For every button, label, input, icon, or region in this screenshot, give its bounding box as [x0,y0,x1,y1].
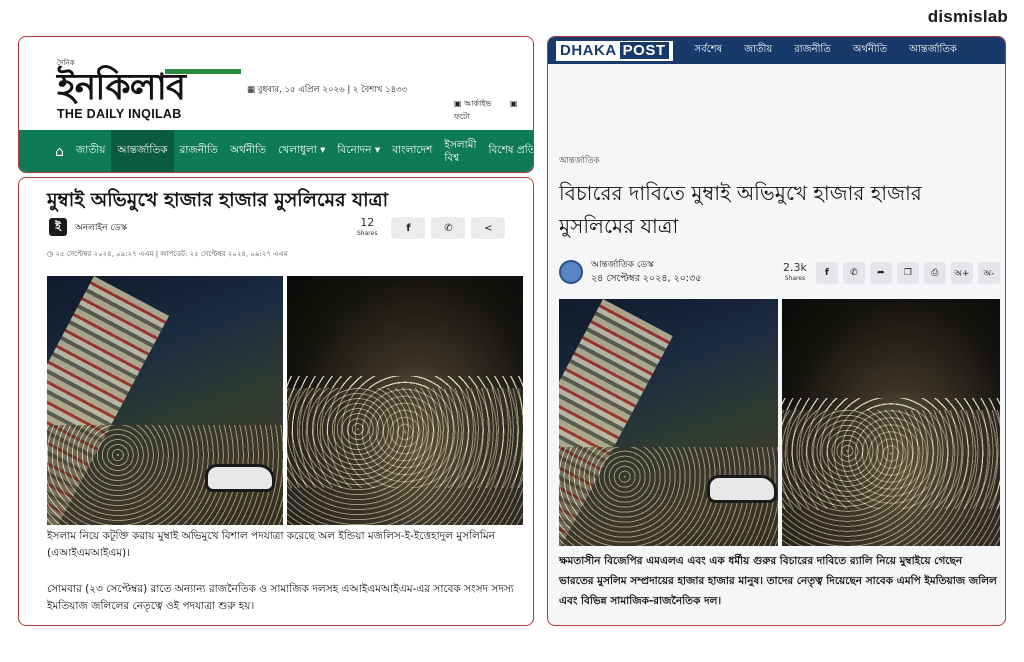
dismislab-logo: dismislab [927,7,1008,26]
nav-item[interactable]: জাতীয় [70,130,112,172]
crowd-lights-photo [782,299,1000,546]
publish-date: ২৪ সেপ্টেম্বর ২০২৪, ২০:৩৫ [591,273,702,284]
article-paragraph: ইসলাম নিয়ে কটূক্তি করায় মুম্বাই অভিমুখ… [47,530,495,559]
nav-item[interactable]: বাংলাদেশ [386,130,438,172]
logo-part-b: POST [619,42,669,59]
logo-part-a: DHAKA [560,42,617,59]
nav-item[interactable]: রাজনীতি [794,42,831,59]
road-rally-photo [47,276,283,525]
nav-item[interactable]: আন্তর্জাতিক [909,42,957,59]
shoe-in-photo [205,464,275,492]
article-meta: ◷ ২৫ সেপ্টেম্বর ২০২৪, ০৯:২৭ এএম | আপডেট:… [47,250,288,258]
author-avatar [559,260,583,284]
nav-item[interactable]: বিনোদন ▾ [331,130,386,172]
copy-icon: ❐ [903,268,912,278]
share-count-label: Shares [357,230,378,237]
whatsapp-share-button[interactable]: ✆ [431,217,466,239]
whatsapp-icon: ✆ [850,268,858,278]
share-icon: < [484,222,493,234]
forward-icon: ➦ [877,268,885,278]
archive-label: আর্কাইভ [464,99,492,108]
inqilab-logo[interactable]: দৈনিক ইনকিলাব THE DAILY INQILAB [57,57,241,121]
nav-item[interactable]: অর্থনীতি [853,42,887,59]
dhakapost-logo[interactable]: DHAKA POST [556,40,673,61]
category-label[interactable]: আন্তর্জাতিক [559,154,600,168]
author-name[interactable]: আন্তর্জাতিক ডেস্ক [591,259,701,272]
home-icon[interactable]: ⌂ [49,130,70,172]
nav-item[interactable]: অর্থনীতি [224,130,272,172]
nav-item[interactable]: সর্বশেষ [695,42,723,59]
share-button[interactable]: < [471,217,506,239]
inqilab-article-panel: মুম্বাই অভিমুখে হাজার হাজার মুসলিমের যাত… [18,177,534,626]
photo-label: ফটো [454,112,470,121]
shoe-in-photo [707,475,777,503]
share-bar: 2.3k Shares f ✆ ➦ ❐ ⎙ অ+ অ- [783,262,1000,284]
author-name[interactable]: অনলাইন ডেস্ক [75,220,127,235]
font-decrease-button[interactable]: অ- [977,262,1000,284]
facebook-icon: f [406,222,411,234]
inqilab-header-panel: দৈনিক ইনকিলাব THE DAILY INQILAB ▦ বুধবার… [18,36,534,173]
nav-item[interactable]: খেলাধুলা ▾ [272,130,331,172]
whatsapp-share-button[interactable]: ✆ [842,262,865,284]
print-icon: ⎙ [931,268,939,278]
author-row: আন্তর্জাতিক ডেস্ক ২৪ সেপ্টেম্বর ২০২৪, ২০… [559,259,701,285]
nav-item[interactable]: বিশেষ প্রতিবেদন [483,130,534,172]
nav-item-active[interactable]: আন্তর্জাতিক [111,130,174,172]
header-date: ▦ বুধবার, ১৫ এপ্রিল ২০২৬ | ২ বৈশাখ ১৪৩৩ [247,85,408,95]
print-button[interactable]: ⎙ [923,262,946,284]
whatsapp-icon: ✆ [444,222,453,234]
logo-english-text: THE DAILY INQILAB [57,107,182,121]
article-paragraph: ক্ষমতাসীন বিজেপির এমএলএ এবং এক ধর্মীয় গ… [559,555,997,607]
inqilab-nav-bar: ⌂ জাতীয় আন্তর্জাতিক রাজনীতি অর্থনীতি খে… [19,130,534,172]
logo-bangla-text: ইনকিলাব [57,66,186,108]
author-row: ই অনলাইন ডেস্ক [49,218,127,236]
logo-accent-bar [165,69,241,74]
share-count: 12 Shares [357,217,377,239]
archive-link[interactable]: ▣ আর্কাইভ [454,99,499,108]
share-bar: 12 Shares f ✆ < [357,217,506,239]
article-image-pair [559,299,1000,546]
share-count-label: Shares [784,275,806,282]
nav-item[interactable]: জাতীয় [744,42,772,59]
article-paragraph: সোমবার (২৩ সেপ্টেম্বর) রাতে অন্যান্য রাজ… [47,583,514,612]
crowd-lights-photo [287,276,523,525]
dhakapost-nav-bar: DHAKA POST সর্বশেষ জাতীয় রাজনীতি অর্থনী… [548,37,1005,64]
article-title: বিচারের দাবিতে মুম্বাই অভিমুখে হাজার হাজ… [559,181,922,238]
share-count: 2.3k Shares [783,262,807,284]
facebook-share-button[interactable]: f [391,217,426,239]
facebook-share-button[interactable]: f [815,262,838,284]
forward-share-button[interactable]: ➦ [869,262,892,284]
font-increase-button[interactable]: অ+ [950,262,973,284]
dhakapost-panel: DHAKA POST সর্বশেষ জাতীয় রাজনীতি অর্থনী… [547,36,1006,626]
facebook-icon: f [824,268,829,278]
article-title: মুম্বাই অভিমুখে হাজার হাজার মুসলিমের যাত… [47,189,389,211]
author-avatar: ই [49,218,67,236]
copy-link-button[interactable]: ❐ [896,262,919,284]
nav-item[interactable]: রাজনীতি [174,130,224,172]
header-links: ▣ আর্কাইভ ▣ ফটো [454,98,533,124]
article-image-pair [47,276,523,525]
road-rally-photo [559,299,778,546]
nav-item[interactable]: ইসলামী বিশ্ব [438,130,482,172]
